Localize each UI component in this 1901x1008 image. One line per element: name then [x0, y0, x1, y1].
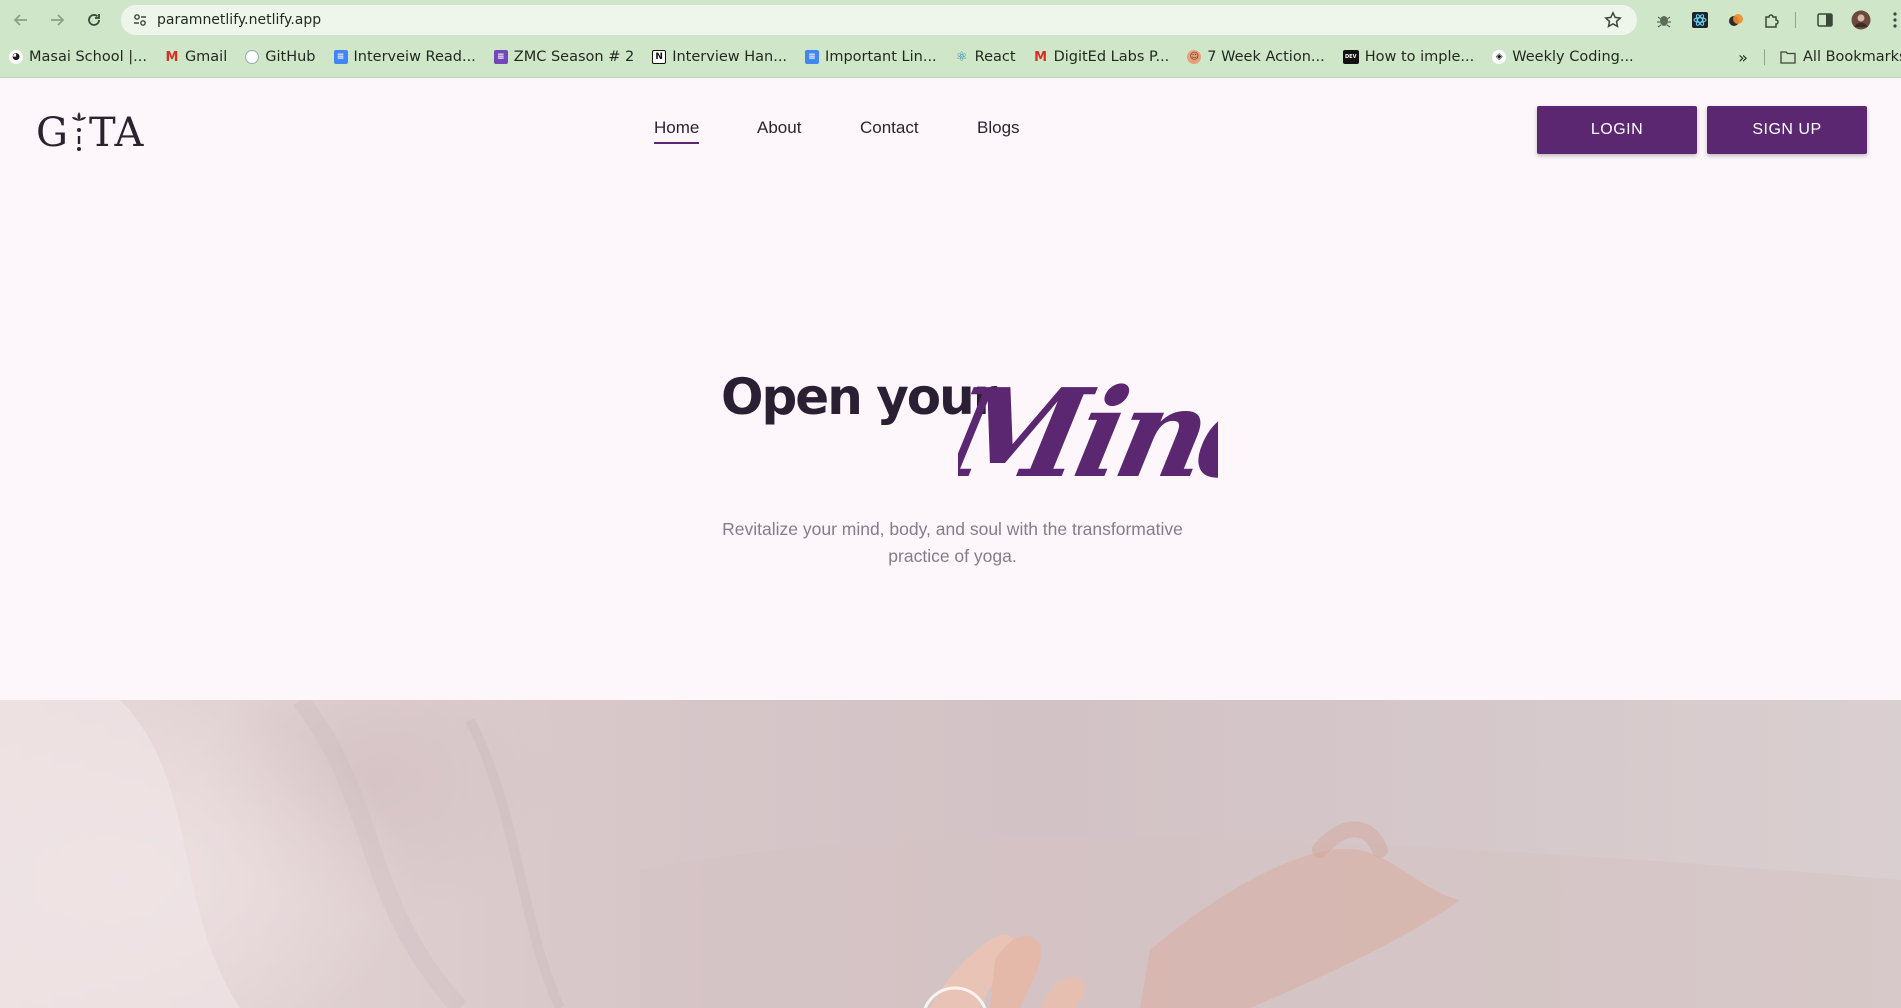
bookmark-item[interactable]: ≡ Important Lin...	[796, 44, 946, 70]
address-bar[interactable]: paramnetlify.netlify.app	[121, 5, 1637, 35]
bookmark-item[interactable]: DEV How to imple...	[1334, 44, 1484, 70]
more-bookmarks-chevron-icon[interactable]: »	[1732, 44, 1754, 70]
bookmark-item[interactable]: ◕ Masai School |...	[0, 44, 156, 70]
bookmark-label: Weekly Coding...	[1512, 49, 1634, 65]
gmail-icon: M	[1034, 49, 1048, 65]
google-docs-icon: ≡	[333, 50, 348, 64]
bookmark-item[interactable]: ⚛ React	[946, 44, 1025, 70]
browser-chrome: paramnetlify.netlify.app ◕ Masai School |…	[0, 0, 1901, 78]
logo-text-right: TA	[88, 110, 145, 156]
arrow-left-icon	[13, 14, 27, 26]
nav-contact[interactable]: Contact	[860, 118, 919, 142]
side-panel-icon[interactable]	[1814, 9, 1836, 31]
bookmark-item[interactable]: ≡ Interveiw Read...	[325, 44, 485, 70]
arrow-right-icon	[51, 14, 65, 26]
bookmark-label: Masai School |...	[29, 49, 147, 65]
bookmark-label: Interveiw Read...	[353, 49, 476, 65]
nav-home[interactable]: Home	[654, 118, 700, 144]
back-button[interactable]	[8, 8, 34, 32]
nav-about[interactable]: About	[757, 118, 801, 142]
bookmark-label: Interview Han...	[672, 49, 788, 65]
chrome-menu-icon[interactable]	[1884, 9, 1901, 31]
masai-icon: ◕	[9, 50, 23, 64]
extensions-puzzle-icon[interactable]	[1761, 9, 1783, 31]
bookmark-label: React	[974, 49, 1016, 65]
bookmark-label: GitHub	[265, 49, 316, 65]
bookmarks-bar: ◕ Masai School |... M Gmail GitHub ≡ Interveiw…	[0, 44, 1901, 70]
nav-blogs[interactable]: Blogs	[977, 118, 1020, 142]
url-text[interactable]: paramnetlify.netlify.app	[157, 12, 1599, 28]
reload-icon	[88, 14, 100, 26]
react-devtools-extension-icon[interactable]	[1689, 9, 1711, 31]
hero-yoga-photo	[0, 700, 1901, 1008]
forward-button[interactable]	[44, 8, 70, 32]
all-bookmarks-label: All Bookmarks	[1803, 49, 1901, 65]
dev-icon: DEV	[1342, 50, 1359, 64]
bookmark-item[interactable]: GitHub	[236, 44, 324, 70]
bookmark-label: Gmail	[184, 49, 228, 65]
hero-script-text: Mind	[958, 368, 1218, 506]
browser-toolbar: paramnetlify.netlify.app	[0, 0, 1901, 40]
gmail-icon: M	[165, 49, 179, 65]
site-info-icon[interactable]	[131, 11, 149, 29]
color-extension-icon[interactable]	[1725, 9, 1747, 31]
website: G TA Home About Contact Blogs LOGIN SIGN…	[0, 78, 1901, 1008]
signup-button[interactable]: SIGN UP	[1707, 106, 1867, 154]
bookmark-star-icon[interactable]	[1599, 6, 1627, 34]
google-docs-icon: ≡	[805, 50, 820, 64]
yoga-hands-image	[0, 700, 1901, 1008]
bookmark-item[interactable]: ☺ 7 Week Action...	[1178, 44, 1333, 70]
bookmark-item[interactable]: ◈ Weekly Coding...	[1483, 44, 1642, 70]
reload-button[interactable]	[81, 8, 107, 32]
hero-subtitle: Revitalize your mind, body, and soul wit…	[722, 519, 1183, 566]
codepen-icon: ◈	[1492, 50, 1507, 64]
hero-title: Open your	[721, 368, 997, 426]
logo-text-left: G	[36, 110, 69, 156]
bookmark-label: DigitEd Labs P...	[1053, 49, 1170, 65]
toolbar-separator	[1795, 12, 1796, 28]
notion-icon: N	[652, 50, 667, 64]
react-icon: ⚛	[955, 49, 968, 65]
gita-logo[interactable]: G TA	[36, 104, 144, 156]
bookmark-label: Important Lin...	[825, 49, 937, 65]
bookmark-item[interactable]: N Interview Han...	[643, 44, 796, 70]
folder-icon	[1780, 51, 1796, 64]
bookmark-label: How to imple...	[1364, 49, 1475, 65]
profile-avatar[interactable]	[1850, 9, 1872, 31]
bookmarks-separator	[1764, 49, 1765, 65]
github-icon	[245, 50, 260, 64]
bookmark-item[interactable]: M DigitEd Labs P...	[1025, 44, 1179, 70]
lotus-logo-icon	[71, 110, 87, 156]
all-bookmarks-button[interactable]: All Bookmarks	[1780, 44, 1901, 70]
hero-script-word: Mind	[958, 368, 1218, 506]
bookmark-item[interactable]: M Gmail	[156, 44, 236, 70]
login-button[interactable]: LOGIN	[1537, 106, 1697, 154]
google-forms-icon: ≡	[493, 50, 508, 64]
bookmark-label: 7 Week Action...	[1207, 49, 1325, 65]
bug-extension-icon[interactable]	[1653, 9, 1675, 31]
avatar-icon: ☺	[1187, 50, 1202, 64]
bookmark-label: ZMC Season # 2	[513, 49, 635, 65]
bookmark-item[interactable]: ≡ ZMC Season # 2	[485, 44, 643, 70]
